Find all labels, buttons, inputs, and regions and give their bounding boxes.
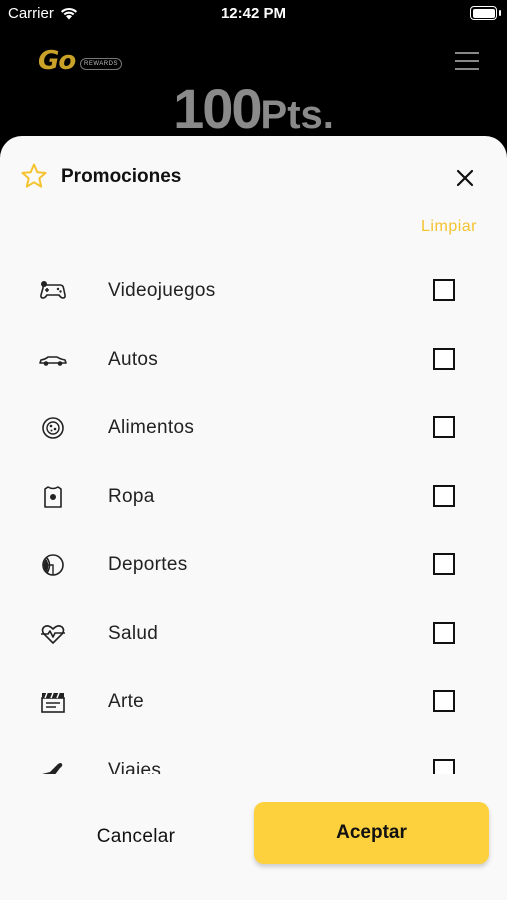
logo-tag: REWARDS (80, 58, 122, 70)
list-item-ropa[interactable]: Ropa (0, 464, 507, 533)
item-label: Autos (108, 348, 159, 370)
list-item-deportes[interactable]: Deportes (0, 532, 507, 601)
gamepad-icon (40, 281, 66, 299)
promotions-sheet: Promociones Limpiar Videojuegos Autos Al… (0, 136, 507, 900)
checkbox-salud[interactable] (433, 621, 455, 644)
car-icon (39, 355, 67, 366)
logo-text: Go (38, 46, 76, 76)
app-header: Go REWARDS 100Pts. (0, 30, 507, 140)
item-label: Salud (108, 622, 159, 644)
hamburger-menu-icon[interactable] (455, 52, 479, 70)
points-unit: Pts. (260, 93, 334, 137)
list-item-viajes[interactable]: Viajes (0, 738, 507, 775)
cancel-button[interactable]: Cancelar (60, 822, 212, 852)
sheet-footer: Cancelar Aceptar (0, 776, 507, 900)
item-label: Deportes (108, 554, 188, 575)
checkbox-alimentos[interactable] (433, 416, 455, 438)
checkbox-arte[interactable] (433, 690, 455, 712)
shirt-icon (44, 485, 62, 508)
battery-icon (470, 6, 497, 20)
list-item-arte[interactable]: Arte (0, 669, 507, 738)
checkbox-ropa[interactable] (433, 484, 455, 507)
plane-icon (42, 762, 63, 774)
close-icon[interactable] (455, 168, 475, 188)
go-rewards-logo: Go REWARDS (28, 42, 123, 78)
item-label: Alimentos (108, 417, 195, 438)
list-item-autos[interactable]: Autos (0, 327, 507, 396)
sheet-title: Promociones (61, 166, 182, 187)
points-display: 100Pts. (0, 76, 507, 141)
list-item-alimentos[interactable]: Alimentos (0, 395, 507, 464)
points-value: 100 (173, 77, 262, 140)
list-item-videojuegos[interactable]: Videojuegos (0, 258, 507, 327)
checkbox-viajes[interactable] (433, 758, 455, 774)
ball-icon (42, 554, 64, 576)
checkbox-autos[interactable] (433, 347, 455, 370)
heart-pulse-icon (41, 624, 65, 644)
status-bar: Carrier 12:42 PM (0, 0, 507, 30)
clear-filters-link[interactable]: Limpiar (421, 218, 477, 236)
accept-button[interactable]: Aceptar (254, 802, 489, 864)
list-item-salud[interactable]: Salud (0, 601, 507, 670)
food-icon (42, 417, 64, 439)
sheet-header: Promociones (0, 136, 507, 216)
battery-tip (499, 10, 501, 16)
item-label: Viajes (108, 759, 162, 775)
checkbox-deportes[interactable] (433, 553, 455, 575)
checkbox-videojuegos[interactable] (433, 279, 455, 301)
item-label: Videojuegos (108, 280, 216, 301)
star-icon (21, 163, 47, 188)
item-label: Arte (108, 691, 145, 712)
item-label: Ropa (108, 485, 155, 507)
clapperboard-icon (41, 692, 65, 713)
clock: 12:42 PM (220, 5, 287, 22)
category-list: Videojuegos Autos Alimentos Ropa Deporte… (0, 258, 507, 774)
